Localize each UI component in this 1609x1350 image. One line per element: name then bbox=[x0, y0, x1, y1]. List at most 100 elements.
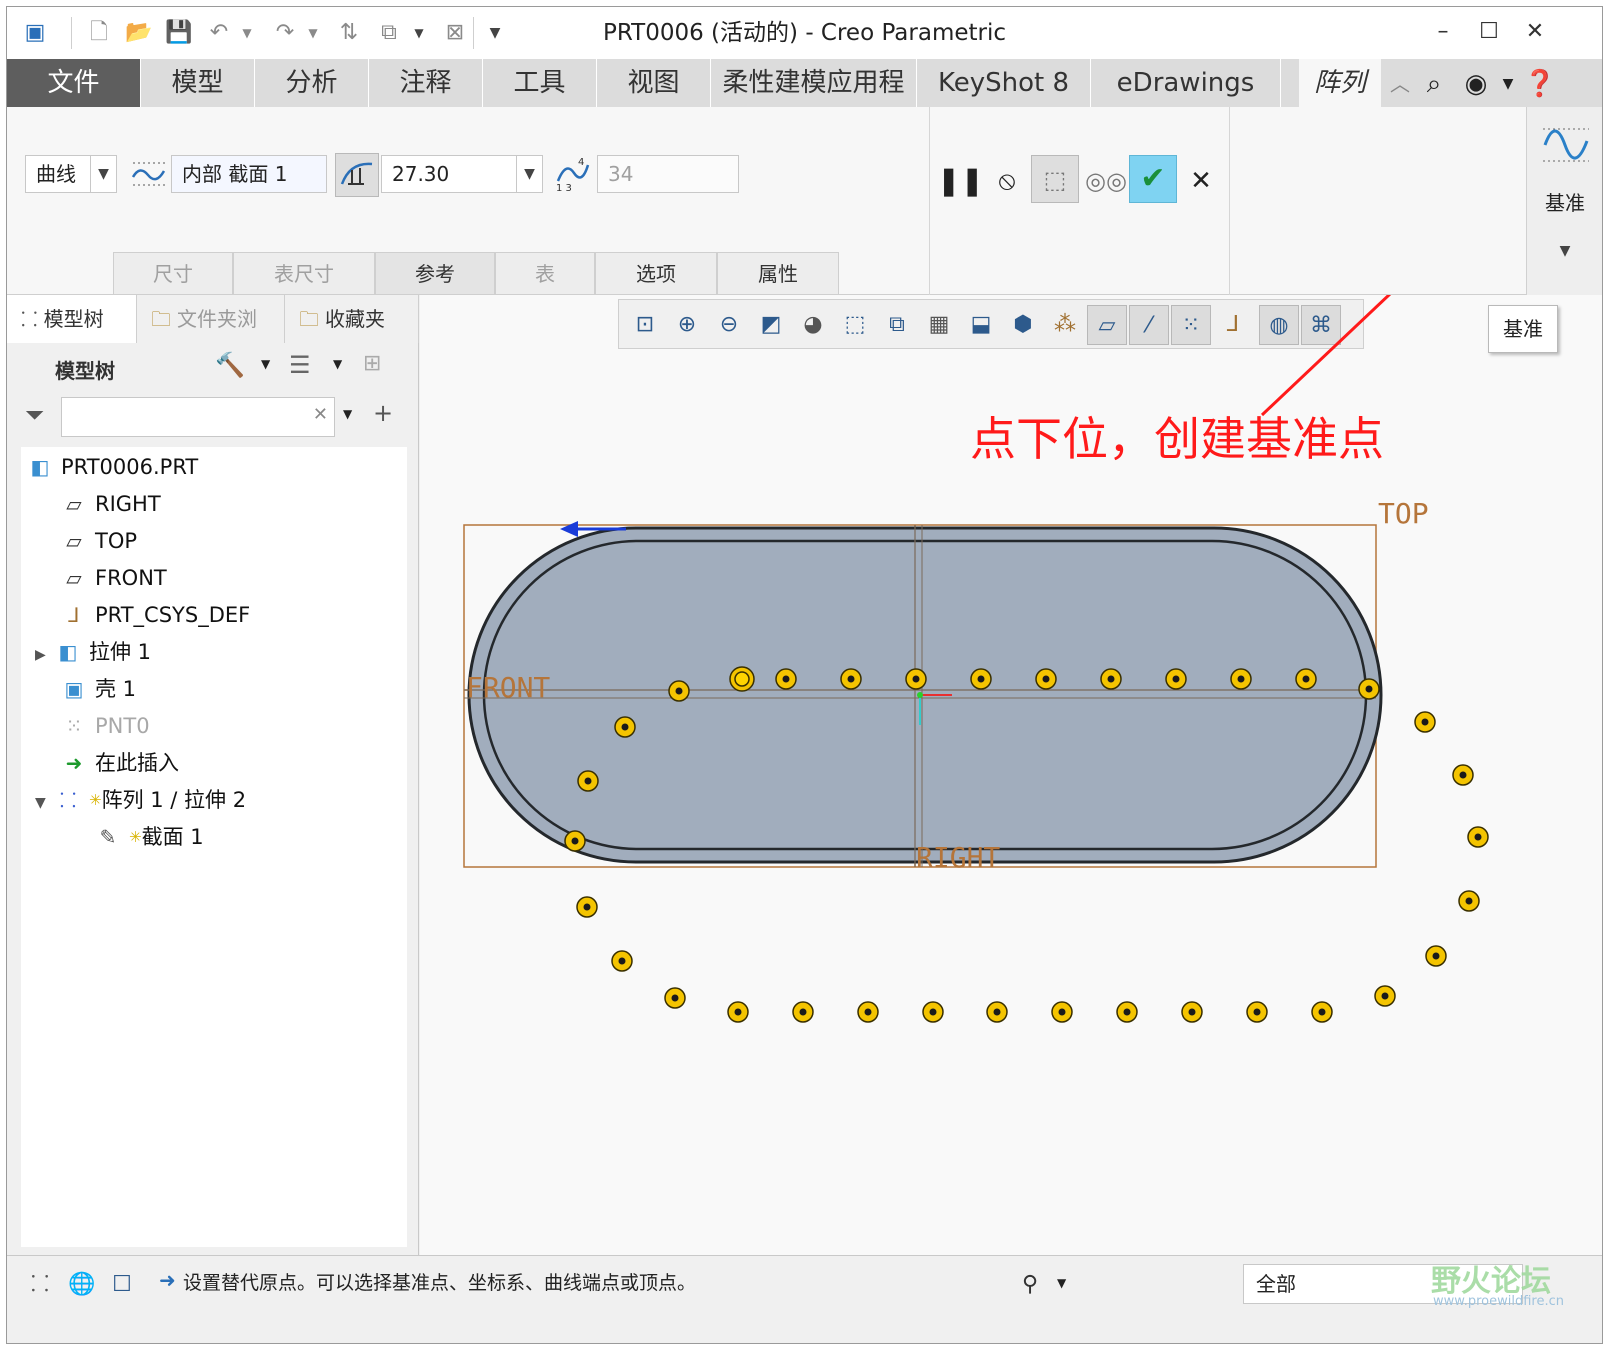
subtab-properties[interactable]: 属性 bbox=[717, 252, 839, 294]
undo-dropdown-icon[interactable]: ▼ bbox=[231, 18, 263, 48]
tools-dropdown-icon[interactable]: ▼ bbox=[261, 357, 270, 371]
windows-dropdown-icon[interactable]: ▼ bbox=[403, 18, 435, 48]
tab-favorites[interactable]: 🗀 收藏夹 bbox=[285, 295, 419, 343]
tree-item-front-plane[interactable]: ▱ FRONT bbox=[61, 560, 166, 596]
favorites-tab-label: 收藏夹 bbox=[325, 307, 385, 331]
customize-toolbar-icon[interactable]: ▼ bbox=[479, 18, 511, 48]
show-hidden-icon[interactable]: ⊞ bbox=[363, 351, 381, 376]
preview-glasses-icon[interactable]: ◎◎ bbox=[1085, 161, 1127, 201]
show-navigator-icon[interactable]: ⸬ bbox=[21, 1266, 59, 1304]
tab-folder-browser[interactable]: 🗀 文件夹浏 bbox=[137, 295, 285, 343]
cancel-x-button[interactable]: ✕ bbox=[1181, 161, 1221, 201]
sketch-curve-icon[interactable] bbox=[129, 155, 169, 195]
subtab-table[interactable]: 表 bbox=[495, 252, 595, 294]
tab-view[interactable]: 视图 bbox=[597, 59, 711, 107]
redo-dropdown-icon[interactable]: ▼ bbox=[297, 18, 329, 48]
tab-annotate[interactable]: 注释 bbox=[369, 59, 483, 107]
pattern-point-center bbox=[1432, 952, 1440, 960]
tree-filter-row: ⏷ ✕ ▼ + bbox=[7, 393, 418, 443]
close-window-icon[interactable]: ⊠ bbox=[439, 18, 471, 48]
tree-item-label: PNT0 bbox=[95, 714, 150, 738]
pause-icon[interactable]: ❚❚ bbox=[937, 161, 984, 201]
columns-dropdown-icon[interactable]: ▼ bbox=[333, 357, 342, 371]
filter-dropdown-icon[interactable]: ▼ bbox=[343, 407, 352, 421]
tree-settings-tools-icon[interactable]: 🔨 bbox=[215, 351, 245, 379]
tab-model-tree[interactable]: ⸬ 模型树 bbox=[7, 295, 137, 343]
expand-arrow-icon[interactable]: ▶ bbox=[35, 637, 55, 673]
minimize-icon[interactable]: – bbox=[1425, 15, 1461, 49]
tab-edrawings[interactable]: eDrawings bbox=[1091, 59, 1281, 107]
status-bar: ⸬ 🌐 ☐ ➜ 设置替代原点。可以选择基准点、坐标系、曲线端点或顶点。 ⚲ ▼ … bbox=[7, 1255, 1602, 1343]
collapse-ribbon-icon[interactable]: ︿ bbox=[1383, 67, 1417, 101]
tree-item-shell-1[interactable]: ▣ 壳 1 bbox=[61, 671, 137, 707]
confirm-checkmark-button[interactable]: ✔ bbox=[1129, 155, 1177, 203]
collapse-arrow-icon[interactable]: ▼ bbox=[35, 785, 55, 821]
find-binoculars-icon[interactable]: ⚲ bbox=[1011, 1266, 1049, 1304]
no-preview-icon[interactable]: ⦸ bbox=[987, 161, 1027, 201]
pattern-type-select[interactable]: 曲线 ▼ bbox=[25, 155, 117, 193]
spacing-mode-icon[interactable] bbox=[335, 153, 379, 197]
tab-flexible-modeling-applications[interactable]: 柔性建模应用程序 bbox=[711, 59, 917, 146]
windows-icon[interactable]: ⧉ bbox=[373, 18, 405, 48]
full-screen-icon[interactable]: ☐ bbox=[103, 1266, 141, 1304]
close-icon[interactable]: ✕ bbox=[1517, 15, 1553, 49]
open-folder-icon[interactable]: 📂 bbox=[123, 18, 155, 48]
save-icon[interactable]: 💾 bbox=[163, 18, 195, 48]
pattern-point-center bbox=[1302, 675, 1310, 683]
tree-item-insert-here[interactable]: ➜ 在此插入 bbox=[61, 745, 179, 781]
tab-keyshot[interactable]: KeyShot 8 bbox=[917, 59, 1091, 107]
subtab-table-dimensions[interactable]: 表尺寸 bbox=[233, 252, 375, 294]
pattern-point-center bbox=[734, 1008, 742, 1016]
pattern-point-center bbox=[1365, 685, 1373, 693]
tree-item-csys[interactable]: ⅃ PRT_CSYS_DEF bbox=[61, 597, 250, 633]
datum-dropdown-icon[interactable]: ▼ bbox=[1527, 243, 1602, 259]
datum-group[interactable]: 基准 ▼ bbox=[1526, 107, 1602, 295]
tab-model[interactable]: 模型 bbox=[141, 59, 255, 107]
help-icon[interactable]: ❓ bbox=[1523, 67, 1557, 101]
search-icon[interactable]: ⌕ bbox=[1417, 67, 1451, 101]
selection-filter-value: 全部 bbox=[1256, 1272, 1296, 1296]
tree-item-pnt0[interactable]: ⁙ PNT0 bbox=[61, 708, 150, 744]
reference-sketch-collector[interactable]: 内部 截面 1 bbox=[171, 155, 327, 193]
tree-item-right-plane[interactable]: ▱ RIGHT bbox=[61, 486, 160, 522]
find-dropdown-icon[interactable]: ▼ bbox=[1057, 1276, 1066, 1290]
tree-item-pattern-1[interactable]: ▼ ⸬ ✳阵列 1 / 拉伸 2 bbox=[35, 782, 246, 818]
title-bar: ▣ 🗋 📂 💾 ↶ ▼ ↷ ▼ ⇅ ⧉ ▼ ⊠ ▼ PRT0006 (活动的) … bbox=[7, 7, 1602, 59]
subtab-options[interactable]: 选项 bbox=[595, 252, 717, 294]
tree-item-extrude-1[interactable]: ▶ ◧ 拉伸 1 bbox=[35, 634, 151, 670]
tab-tools[interactable]: 工具 bbox=[483, 59, 597, 107]
show-browser-icon[interactable]: 🌐 bbox=[63, 1266, 101, 1304]
tree-item-label: 阵列 1 / 拉伸 2 bbox=[101, 788, 247, 812]
tree-item-section-1[interactable]: ✎ ✳截面 1 bbox=[95, 819, 204, 855]
subtab-references[interactable]: 参考 bbox=[375, 252, 495, 294]
tree-search-input[interactable]: ✕ bbox=[61, 397, 335, 437]
clear-search-icon[interactable]: ✕ bbox=[313, 404, 328, 425]
maximize-icon[interactable]: ☐ bbox=[1471, 15, 1507, 49]
sketch-icon: ✎ bbox=[99, 825, 117, 849]
spacing-input[interactable]: 27.30 ▼ bbox=[381, 155, 543, 193]
regenerate-icon[interactable]: ⇅ bbox=[333, 18, 365, 48]
app-window-icon[interactable]: ▣ bbox=[19, 18, 51, 48]
tab-pattern[interactable]: 阵列 bbox=[1299, 59, 1381, 107]
new-feature-star-icon: ✳ bbox=[129, 828, 142, 846]
tree-item-part[interactable]: ◧ PRT0006.PRT bbox=[27, 449, 199, 485]
subtab-dimensions[interactable]: 尺寸 bbox=[113, 252, 233, 294]
tree-columns-icon[interactable]: ☰ bbox=[289, 351, 311, 379]
learning-connector-icon[interactable]: ◉ bbox=[1459, 67, 1493, 101]
new-file-icon[interactable]: 🗋 bbox=[83, 18, 115, 48]
graphics-window[interactable]: ⊡ ⊕ ⊖ ◩ ◕ ⬚ ⧉ ▦ ⬓ ⬢ ⁂ ▱ ⁄ ⁙ ⅃ ◍ ⌘ 基准 TOP… bbox=[420, 295, 1602, 1255]
learning-dropdown-icon[interactable]: ▼ bbox=[1491, 67, 1525, 101]
member-count-input[interactable]: 34 bbox=[597, 155, 739, 193]
add-filter-icon[interactable]: + bbox=[373, 399, 393, 427]
tab-analysis[interactable]: 分析 bbox=[255, 59, 369, 107]
tab-file[interactable]: 文件 bbox=[7, 59, 141, 107]
filter-funnel-icon[interactable]: ⏷ bbox=[25, 401, 44, 429]
verify-mode-icon[interactable]: ⬚ bbox=[1031, 155, 1079, 203]
pattern-point-center bbox=[929, 1008, 937, 1016]
member-count-icon[interactable]: 1 3 4 bbox=[553, 155, 593, 195]
tree-item-top-plane[interactable]: ▱ TOP bbox=[61, 523, 137, 559]
reference-sketch-value: 内部 截面 1 bbox=[182, 162, 288, 186]
pattern-point-center bbox=[1459, 771, 1467, 779]
right-plane-label: RIGHT bbox=[916, 841, 1000, 874]
datum-point-icon: ⁙ bbox=[65, 714, 83, 738]
